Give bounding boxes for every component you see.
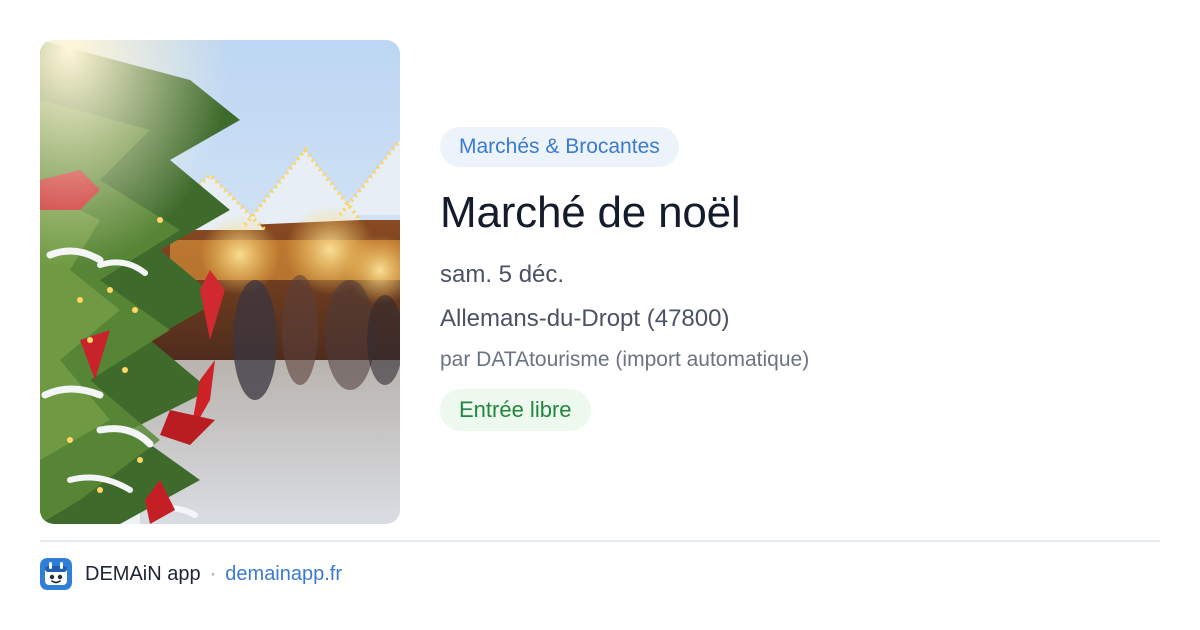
event-title: Marché de noël [440,188,741,237]
event-share-card: Marchés & Brocantes Marché de noël sam. … [0,0,1200,630]
footer-separator: · [209,562,217,585]
app-url-link[interactable]: demainapp.fr [225,563,342,586]
event-date: sam. 5 déc. [440,261,565,288]
category-badge[interactable]: Marchés & Brocantes [440,127,679,167]
event-location: Allemans-du-Dropt (47800) [440,305,730,332]
footer: DEMAiN app · demainapp.fr [40,558,342,590]
event-info: Marchés & Brocantes Marché de noël sam. … [440,127,1160,431]
demain-app-icon [40,558,72,590]
event-author: par DATAtourisme (import automatique) [440,348,810,371]
event-photo [40,40,400,524]
app-name: DEMAiN app [85,562,201,585]
price-badge: Entrée libre [440,389,591,431]
footer-divider [40,540,1160,542]
